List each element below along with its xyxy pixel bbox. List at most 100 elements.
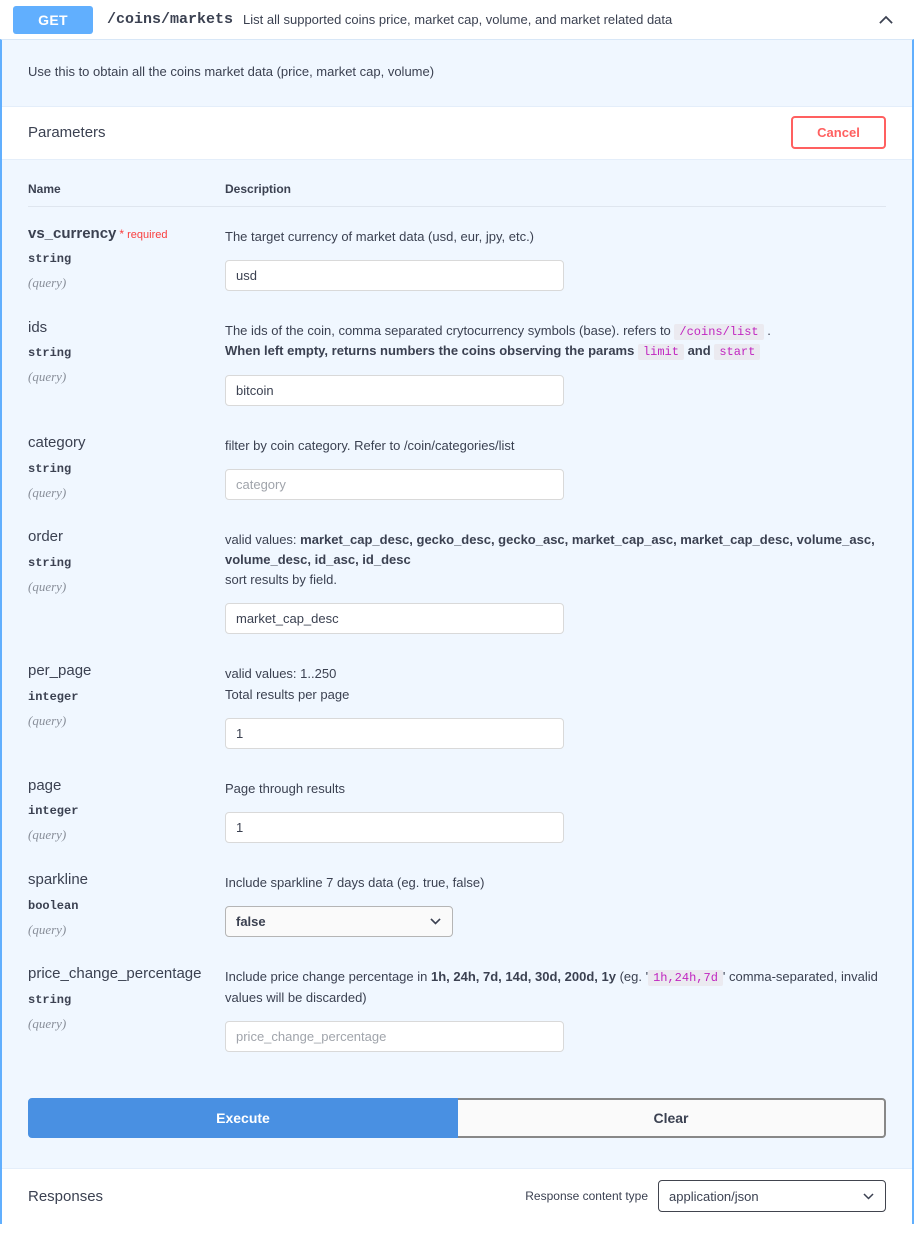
operation-path: /coins/markets	[107, 11, 234, 28]
parameter-field	[225, 468, 886, 500]
parameter-type: string	[28, 346, 72, 361]
column-header-description: Description	[225, 159, 886, 207]
parameter-field	[225, 717, 886, 749]
parameter-name: page	[28, 776, 62, 794]
parameter-location: (query)	[28, 1015, 67, 1031]
parameter-type: string	[28, 461, 72, 476]
parameter-field	[225, 374, 886, 406]
cancel-button[interactable]: Cancel	[791, 116, 886, 149]
responses-title: Responses	[28, 1187, 104, 1205]
parameter-select-wrap: --truefalse	[225, 905, 453, 937]
parameter-location: (query)	[28, 713, 67, 729]
response-content-type-select[interactable]: application/json	[658, 1180, 886, 1213]
response-content-type-label: Response content type	[525, 1189, 648, 1204]
parameter-input-per_page[interactable]	[225, 717, 564, 749]
parameter-name: category	[28, 433, 86, 451]
parameter-location: (query)	[28, 484, 67, 500]
parameter-description: Page through results	[225, 780, 345, 796]
parameter-name-cell: price_change_percentagestring (query)	[28, 947, 225, 1062]
parameter-input-ids[interactable]	[225, 374, 564, 406]
swagger-operation-block: GET /coins/markets List all supported co…	[0, 0, 914, 1238]
parameter-field: --truefalse	[225, 905, 886, 937]
parameter-description-cell: Include price change percentage in 1h, 2…	[225, 947, 886, 1062]
parameter-input-vs_currency[interactable]	[225, 259, 564, 291]
parameter-name-cell: vs_currency * required string (query)	[28, 206, 225, 301]
parameter-row: vs_currency * required string (query) The ta…	[28, 206, 886, 301]
parameter-name-cell: per_pageinteger (query)	[28, 644, 225, 758]
response-content-type-select-wrap: application/json	[658, 1180, 886, 1213]
parameter-row: ids string (query) The ids of the coin, com…	[28, 301, 886, 416]
chevron-up-icon[interactable]	[875, 9, 897, 31]
parameters-area: Name Description vs_currency * required st…	[2, 159, 912, 1062]
parameter-row: order string (query) valid values: market_c…	[28, 510, 886, 644]
parameter-name-cell: ids string (query)	[28, 301, 225, 416]
parameter-name: sparkline	[28, 870, 89, 888]
parameter-row: category string (query) filter by coin cate…	[28, 416, 886, 510]
parameter-row: price_change_percentagestring (query) Incl…	[28, 947, 886, 1062]
parameter-location: (query)	[28, 827, 67, 843]
parameter-description: Include price change percentage in 1h, 2…	[225, 968, 878, 1005]
required-marker: * required	[119, 226, 168, 241]
parameter-name-cell: category string (query)	[28, 416, 225, 510]
clear-button[interactable]: Clear	[458, 1097, 886, 1138]
parameter-description-cell: Include sparkline 7 days data (eg. true,…	[225, 853, 886, 947]
parameter-description-cell: filter by coin category. Refer to /coin/…	[225, 416, 886, 510]
parameter-type: string	[28, 555, 72, 570]
parameter-field	[225, 259, 886, 291]
parameter-name-cell: page integer (query)	[28, 759, 225, 853]
operation-header[interactable]: GET /coins/markets List all supported co…	[0, 0, 914, 39]
parameter-description: filter by coin category. Refer to /coin/…	[225, 437, 515, 453]
operation-description: Use this to obtain all the coins market …	[28, 64, 435, 79]
parameter-type: integer	[28, 804, 79, 819]
parameter-type: boolean	[28, 898, 79, 913]
parameters-table-body: vs_currency * required string (query) The ta…	[28, 206, 886, 1062]
parameters-table: Name Description vs_currency * required st…	[28, 159, 886, 1062]
parameter-type: string	[28, 992, 72, 1007]
parameter-input-order[interactable]	[225, 603, 564, 635]
parameter-input-category[interactable]	[225, 468, 564, 500]
response-content-type-group: Response content type application/json	[525, 1180, 886, 1213]
operation-summary: List all supported coins price, market c…	[243, 12, 673, 27]
parameter-row: page integer (query) Page through results	[28, 759, 886, 853]
parameter-description-cell: The target currency of market data (usd,…	[225, 206, 886, 301]
parameter-name-cell: sparkline boolean (query)	[28, 853, 225, 947]
parameter-location: (query)	[28, 369, 67, 385]
parameters-table-header-row: Name Description	[28, 159, 886, 207]
parameter-description: valid values: 1..250 Total results per pa…	[225, 666, 350, 702]
http-method-badge: GET	[13, 5, 93, 34]
column-header-name: Name	[28, 159, 225, 207]
parameter-name: ids	[28, 318, 48, 336]
parameter-name-cell: order string (query)	[28, 510, 225, 644]
parameter-description: The ids of the coin, comma separated cry…	[225, 322, 771, 361]
parameter-location: (query)	[28, 921, 67, 937]
parameter-description-cell: The ids of the coin, comma separated cry…	[225, 301, 886, 416]
responses-bar: Responses Response content type applicat…	[2, 1167, 912, 1224]
operation-body: Use this to obtain all the coins market …	[0, 39, 914, 1224]
parameter-description: valid values: market_cap_desc, gecko_des…	[225, 531, 875, 588]
parameter-name: order	[28, 527, 64, 545]
parameter-location: (query)	[28, 275, 67, 291]
parameter-row: per_pageinteger (query) valid values: 1..2…	[28, 644, 886, 758]
parameters-bar: Parameters Cancel	[2, 105, 912, 160]
parameter-row: sparkline boolean (query) Include sparkline…	[28, 853, 886, 947]
parameter-name: per_page	[28, 662, 92, 680]
parameter-type: string	[28, 252, 72, 267]
parameters-title: Parameters	[28, 124, 106, 141]
parameter-field	[225, 603, 886, 635]
parameter-input-price_change_percentage[interactable]	[225, 1020, 564, 1052]
parameter-select-sparkline[interactable]: --truefalse	[225, 905, 453, 937]
parameter-description-cell: valid values: market_cap_desc, gecko_des…	[225, 510, 886, 644]
parameter-description-cell: valid values: 1..250 Total results per pa…	[225, 644, 886, 758]
parameter-name: price_change_percentage	[28, 964, 202, 982]
execute-button[interactable]: Execute	[28, 1097, 458, 1138]
action-buttons-row: Execute Clear	[28, 1097, 886, 1168]
parameter-description-cell: Page through results	[225, 759, 886, 853]
parameter-description: The target currency of market data (usd,…	[225, 228, 535, 244]
parameter-description: Include sparkline 7 days data (eg. true,…	[225, 874, 485, 890]
parameter-location: (query)	[28, 578, 67, 594]
parameter-name: vs_currency * required	[28, 224, 168, 242]
parameter-input-page[interactable]	[225, 811, 564, 843]
parameter-field	[225, 811, 886, 843]
parameter-type: integer	[28, 690, 79, 705]
parameter-field	[225, 1020, 886, 1052]
